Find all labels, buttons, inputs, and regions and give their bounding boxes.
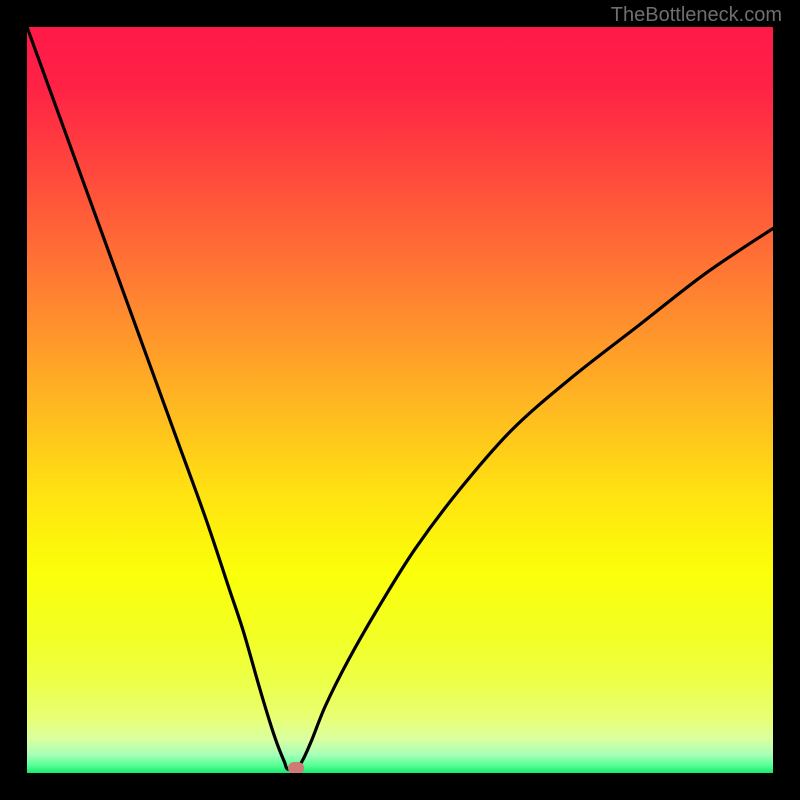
optimum-marker [288, 762, 304, 773]
chart-frame: TheBottleneck.com [0, 0, 800, 800]
plot-area [27, 27, 773, 773]
watermark-text: TheBottleneck.com [611, 4, 782, 27]
bottleneck-curve [27, 27, 773, 773]
